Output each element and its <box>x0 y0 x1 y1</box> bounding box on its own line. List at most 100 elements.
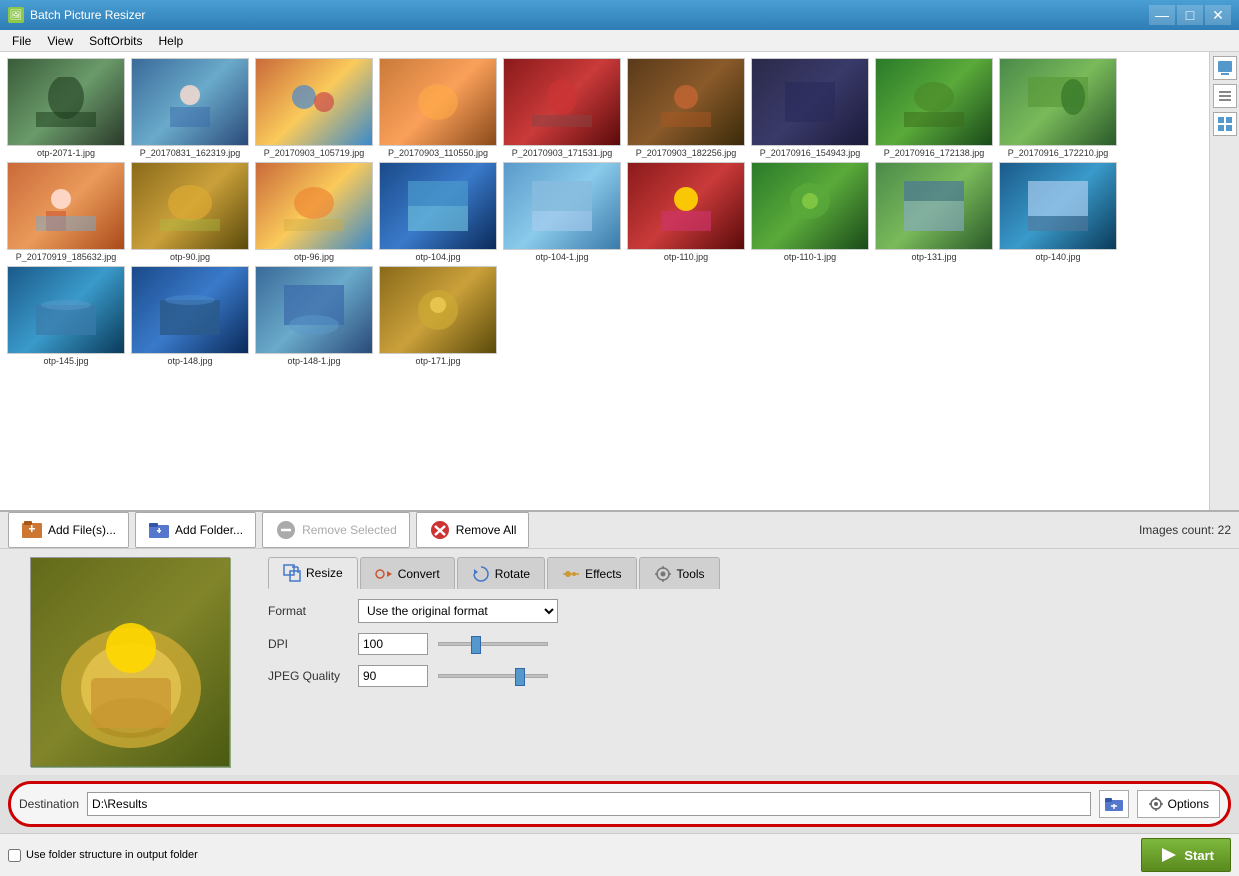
jpeg-quality-row: JPEG Quality <box>268 665 1231 687</box>
thumbnail <box>751 58 869 146</box>
format-select[interactable]: Use the original format JPEG PNG BMP GIF… <box>358 599 558 623</box>
menu-file[interactable]: File <box>4 32 39 50</box>
menu-help[interactable]: Help <box>151 32 192 50</box>
menu-bar: File View SoftOrbits Help <box>0 30 1239 52</box>
format-row: Format Use the original format JPEG PNG … <box>268 599 1231 623</box>
settings-panel: Resize Convert Rotate Effects Tools <box>260 549 1239 775</box>
folder-structure-row: Use folder structure in output folder <box>8 849 198 862</box>
add-folder-icon <box>148 519 170 541</box>
image-grid: otp-2071-1.jpg P_20170831_162319.jpg P_2… <box>0 52 1209 510</box>
tab-resize[interactable]: Resize <box>268 557 358 589</box>
thumbnail <box>503 58 621 146</box>
image-label: P_20170903_182256.jpg <box>636 148 737 158</box>
dpi-slider-thumb[interactable] <box>471 636 481 654</box>
list-item[interactable]: otp-104.jpg <box>379 162 497 262</box>
list-item[interactable]: otp-140.jpg <box>999 162 1117 262</box>
thumbnail <box>875 58 993 146</box>
view-grid-button[interactable] <box>1213 112 1237 136</box>
images-count: Images count: 22 <box>1139 523 1231 537</box>
tab-tools-label: Tools <box>677 567 705 581</box>
thumbnail <box>999 162 1117 250</box>
quality-slider-thumb[interactable] <box>515 668 525 686</box>
minimize-button[interactable]: — <box>1149 5 1175 25</box>
close-button[interactable]: ✕ <box>1205 5 1231 25</box>
destination-section: Destination Options <box>8 781 1231 827</box>
thumbnail <box>627 58 745 146</box>
tab-rotate-label: Rotate <box>495 567 530 581</box>
list-item[interactable]: otp-110.jpg <box>627 162 745 262</box>
view-list-button[interactable] <box>1213 84 1237 108</box>
image-label: otp-171.jpg <box>415 356 460 366</box>
menu-view[interactable]: View <box>39 32 81 50</box>
thumbnail <box>7 266 125 354</box>
options-button[interactable]: Options <box>1137 790 1220 818</box>
list-item[interactable]: P_20170916_172210.jpg <box>999 58 1117 158</box>
destination-input[interactable] <box>87 792 1091 816</box>
tab-rotate[interactable]: Rotate <box>457 557 545 589</box>
jpeg-quality-input[interactable] <box>358 665 428 687</box>
bottom-bar: Use folder structure in output folder St… <box>0 833 1239 876</box>
thumbnail <box>7 162 125 250</box>
list-item[interactable]: P_20170903_110550.jpg <box>379 58 497 158</box>
image-label: otp-110-1.jpg <box>784 252 836 262</box>
thumbnail <box>131 162 249 250</box>
thumbnail <box>999 58 1117 146</box>
list-item[interactable]: otp-145.jpg <box>7 266 125 366</box>
view-photo-button[interactable] <box>1213 56 1237 80</box>
list-item[interactable]: P_20170831_162319.jpg <box>131 58 249 158</box>
tab-tools[interactable]: Tools <box>639 557 720 589</box>
quality-slider[interactable] <box>438 668 548 684</box>
image-label: otp-110.jpg <box>664 252 708 262</box>
list-item[interactable]: P_20170919_185632.jpg <box>7 162 125 262</box>
start-button[interactable]: Start <box>1141 838 1231 872</box>
image-label: otp-145.jpg <box>43 356 88 366</box>
window-controls: — □ ✕ <box>1149 5 1231 25</box>
bottom-panel: Resize Convert Rotate Effects Tools <box>0 549 1239 775</box>
browse-icon <box>1105 796 1123 812</box>
dpi-input[interactable] <box>358 633 428 655</box>
list-item[interactable]: otp-171.jpg <box>379 266 497 366</box>
thumbnail <box>503 162 621 250</box>
list-item[interactable]: otp-2071-1.jpg <box>7 58 125 158</box>
list-item[interactable]: otp-148-1.jpg <box>255 266 373 366</box>
thumbnail <box>7 58 125 146</box>
thumbnail <box>131 266 249 354</box>
image-label: P_20170903_105719.jpg <box>264 148 365 158</box>
add-folder-button[interactable]: Add Folder... <box>135 512 256 548</box>
tab-effects[interactable]: Effects <box>547 557 636 589</box>
remove-selected-icon <box>275 519 297 541</box>
thumbnail <box>751 162 869 250</box>
add-files-button[interactable]: Add File(s)... <box>8 512 129 548</box>
add-files-label: Add File(s)... <box>48 523 116 537</box>
image-label: P_20170916_172138.jpg <box>884 148 985 158</box>
start-label: Start <box>1184 848 1214 863</box>
remove-all-button[interactable]: Remove All <box>416 512 530 548</box>
list-item[interactable]: P_20170916_154943.jpg <box>751 58 869 158</box>
resize-icon <box>283 564 301 582</box>
tools-icon <box>654 565 672 583</box>
thumbnail <box>379 266 497 354</box>
list-item[interactable]: P_20170903_105719.jpg <box>255 58 373 158</box>
list-item[interactable]: otp-148.jpg <box>131 266 249 366</box>
tab-convert[interactable]: Convert <box>360 557 455 589</box>
remove-selected-button[interactable]: Remove Selected <box>262 512 410 548</box>
list-item[interactable]: otp-131.jpg <box>875 162 993 262</box>
image-label: otp-90.jpg <box>170 252 210 262</box>
list-item[interactable]: P_20170916_172138.jpg <box>875 58 993 158</box>
maximize-button[interactable]: □ <box>1177 5 1203 25</box>
dpi-slider[interactable] <box>438 636 548 652</box>
menu-softorbits[interactable]: SoftOrbits <box>81 32 150 50</box>
folder-structure-checkbox[interactable] <box>8 849 21 862</box>
list-item[interactable]: otp-104-1.jpg <box>503 162 621 262</box>
browse-folder-button[interactable] <box>1099 790 1129 818</box>
image-label: otp-140.jpg <box>1035 252 1080 262</box>
dpi-label: DPI <box>268 637 348 651</box>
image-grid-container: otp-2071-1.jpg P_20170831_162319.jpg P_2… <box>0 52 1239 512</box>
list-item[interactable]: otp-96.jpg <box>255 162 373 262</box>
remove-selected-label: Remove Selected <box>302 523 397 537</box>
list-item[interactable]: otp-110-1.jpg <box>751 162 869 262</box>
list-item[interactable]: P_20170903_182256.jpg <box>627 58 745 158</box>
list-item[interactable]: otp-90.jpg <box>131 162 249 262</box>
list-item[interactable]: P_20170903_171531.jpg <box>503 58 621 158</box>
title-bar-left: 🖼 Batch Picture Resizer <box>8 7 145 23</box>
